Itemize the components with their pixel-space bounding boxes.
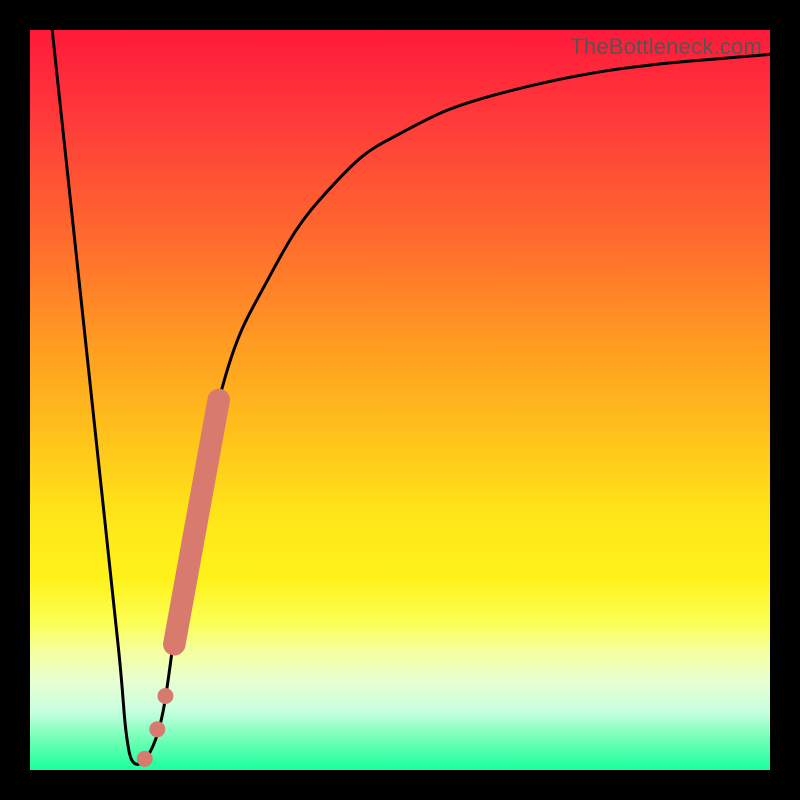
highlight-bar [174, 400, 218, 644]
highlight-dot-1 [137, 751, 153, 767]
chart-frame: TheBottleneck.com [0, 0, 800, 800]
highlight-markers [137, 400, 219, 767]
plot-area: TheBottleneck.com [30, 30, 770, 770]
curve-layer [30, 30, 770, 770]
highlight-dot-2 [149, 721, 165, 737]
bottleneck-curve [52, 30, 770, 764]
highlight-dot-3 [157, 688, 173, 704]
